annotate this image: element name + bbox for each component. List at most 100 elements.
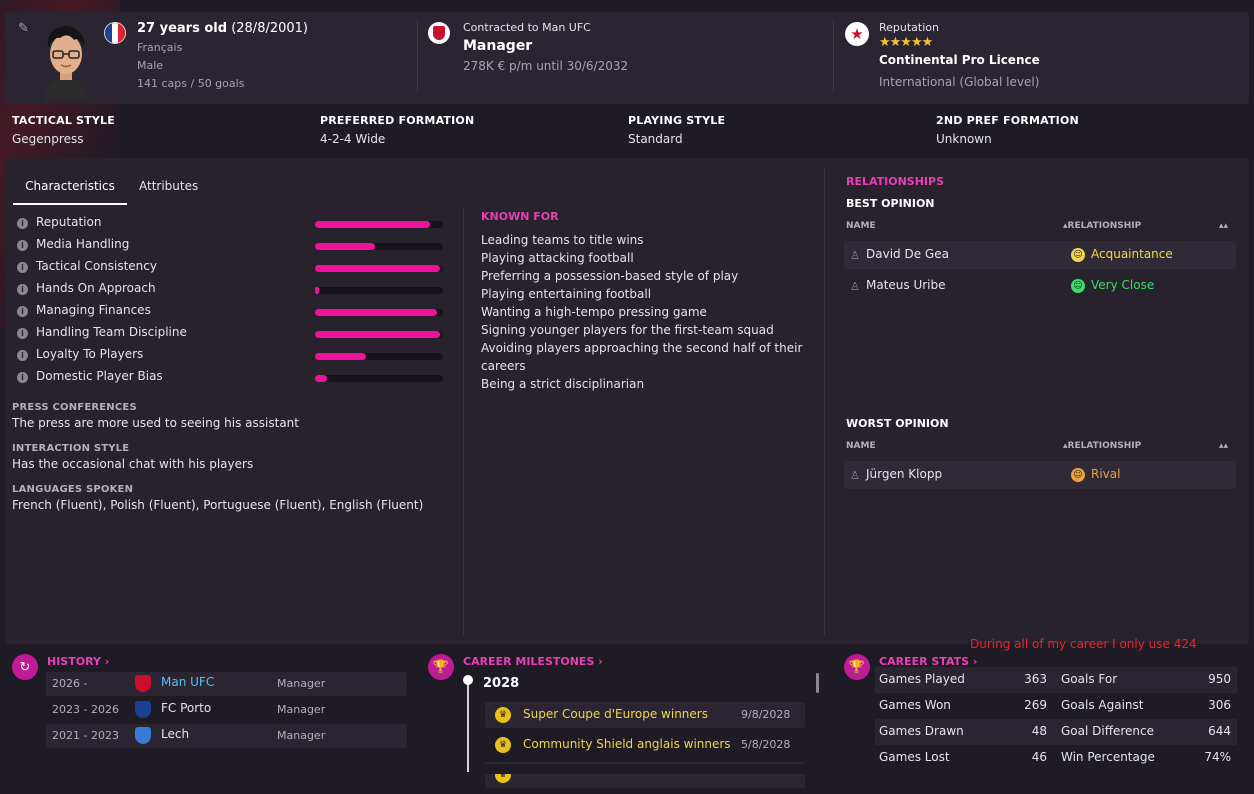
characteristic-label: Handling Team Discipline xyxy=(36,325,187,339)
worst-opinion-heading: WORST OPINION xyxy=(846,417,949,430)
history-club[interactable]: Lech xyxy=(161,727,189,741)
person-name[interactable]: Mateus Uribe xyxy=(866,278,946,292)
tactic-value: Standard xyxy=(628,132,683,146)
info-icon[interactable]: i xyxy=(17,306,28,317)
history-row[interactable]: 2026 - Man UFC Manager xyxy=(46,672,407,696)
club-badge-icon xyxy=(135,727,151,744)
history-icon[interactable]: ↻ xyxy=(12,654,38,680)
characteristic-row: i Loyalty To Players xyxy=(17,347,447,365)
scrollbar[interactable] xyxy=(816,673,819,693)
person-name[interactable]: David De Gea xyxy=(866,247,949,261)
best-opinion-heading: BEST OPINION xyxy=(846,197,935,210)
relationship-row[interactable]: ♙ Mateus Uribe ☺ Very Close xyxy=(844,272,1236,300)
relationship-row[interactable]: ♙ David De Gea ☺ Acquaintance xyxy=(844,241,1236,269)
manager-portrait xyxy=(44,26,88,100)
milestone-date: 9/8/2028 xyxy=(741,708,791,721)
tactic-value: 4-2-4 Wide xyxy=(320,132,386,146)
characteristic-bar-fill xyxy=(315,309,437,316)
tactic-heading: PREFERRED FORMATION xyxy=(320,114,475,127)
history-years: 2021 - 2023 xyxy=(52,729,119,742)
history-club[interactable]: FC Porto xyxy=(161,701,211,715)
career-stat-row: Games Drawn 48 Goal Difference 644 xyxy=(875,719,1237,745)
history-row[interactable]: 2021 - 2023 Lech Manager xyxy=(46,724,407,748)
profile-header: ✎ 27 years old (28/8/2001) Français Male… xyxy=(5,12,1249,104)
characteristic-bar-fill xyxy=(315,331,441,338)
relationships-heading: RELATIONSHIPS xyxy=(846,175,945,188)
characteristic-label: Loyalty To Players xyxy=(36,347,144,361)
stat-value: 74% xyxy=(1204,750,1231,764)
milestone-row[interactable]: ♛ Community Shield anglais winners 5/8/2… xyxy=(485,732,805,758)
known-for-list: Leading teams to title wins Playing attac… xyxy=(481,231,811,393)
timeline-dot xyxy=(463,675,473,685)
career-milestones-heading[interactable]: CAREER MILESTONES › xyxy=(463,655,603,668)
known-for-heading: KNOWN FOR xyxy=(481,210,559,223)
info-icon[interactable]: i xyxy=(17,240,28,251)
characteristic-bar xyxy=(315,287,443,294)
nationality-flag-icon xyxy=(104,22,126,44)
history-years: 2023 - 2026 xyxy=(52,703,119,716)
name-column-header[interactable]: NAME xyxy=(846,441,876,451)
stat-label: Win Percentage xyxy=(1061,750,1155,764)
characteristic-bar xyxy=(315,375,443,382)
stat-label: Games Won xyxy=(879,698,951,712)
tab-characteristics[interactable]: Characteristics xyxy=(13,177,127,205)
info-icon[interactable]: i xyxy=(17,350,28,361)
tactic-heading: TACTICAL STYLE xyxy=(12,114,115,127)
job-role: Manager xyxy=(463,38,533,54)
known-for-item: Preferring a possession-based style of p… xyxy=(481,269,739,283)
person-icon: ♙ xyxy=(850,249,860,262)
club-badge-icon[interactable] xyxy=(428,22,450,44)
sort-arrows-icon[interactable]: ▴▴ xyxy=(1219,221,1228,231)
characteristic-row: i Hands On Approach xyxy=(17,281,447,299)
info-icon[interactable]: i xyxy=(17,328,28,339)
relationship-row[interactable]: ♙ Jürgen Klopp ☺ Rival xyxy=(844,461,1236,489)
reputation-level: International (Global level) xyxy=(879,75,1040,89)
info-icon[interactable]: i xyxy=(17,372,28,383)
club-badge-icon xyxy=(135,675,151,692)
name-column-header[interactable]: NAME xyxy=(846,221,876,231)
coaching-licence: Continental Pro Licence xyxy=(879,53,1040,67)
history-row[interactable]: 2023 - 2026 FC Porto Manager xyxy=(46,698,407,722)
milestone-title: Super Coupe d'Europe winners xyxy=(523,707,708,721)
tactic-item: PLAYING STYLE Standard xyxy=(628,114,725,146)
stat-value: 269 xyxy=(1024,698,1047,712)
stat-label: Games Lost xyxy=(879,750,950,764)
trophy-icon: ♛ xyxy=(495,737,511,753)
characteristic-label: Reputation xyxy=(36,215,102,229)
info-icon[interactable]: i xyxy=(17,218,28,229)
characteristic-bar-fill xyxy=(315,375,327,382)
characteristic-row: i Managing Finances xyxy=(17,303,447,321)
history-club[interactable]: Man UFC xyxy=(161,675,214,689)
edit-icon[interactable]: ✎ xyxy=(18,21,29,36)
relationship-face-icon: ☺ xyxy=(1071,248,1085,262)
milestone-row[interactable]: ♛ Super Coupe d'Europe winners 9/8/2028 xyxy=(485,702,805,728)
info-icon[interactable]: i xyxy=(17,284,28,295)
characteristic-row: i Handling Team Discipline xyxy=(17,325,447,343)
relationship-value: Rival xyxy=(1091,467,1121,481)
relationship-column-header[interactable]: ▴RELATIONSHIP xyxy=(1063,441,1141,451)
characteristic-bar xyxy=(315,221,443,228)
tab-attributes[interactable]: Attributes xyxy=(139,177,198,203)
column-divider xyxy=(463,207,464,635)
reputation-star-icon: ★ xyxy=(845,22,869,46)
info-icon[interactable]: i xyxy=(17,262,28,273)
known-for-item: Signing younger players for the first-te… xyxy=(481,323,774,337)
reputation-label: Reputation xyxy=(879,21,939,34)
age: 27 years old (28/8/2001) xyxy=(137,21,308,36)
relationship-column-header[interactable]: ▴RELATIONSHIP xyxy=(1063,221,1141,231)
characteristic-bar xyxy=(315,243,443,250)
characteristic-bar xyxy=(315,309,443,316)
trophy-icon[interactable]: 🏆 xyxy=(844,654,870,680)
known-for-item: Being a strict disciplinarian xyxy=(481,377,645,391)
trophy-icon[interactable]: 🏆 xyxy=(428,654,454,680)
known-for-item: Playing attacking football xyxy=(481,251,634,265)
person-name[interactable]: Jürgen Klopp xyxy=(866,467,942,481)
history-role: Manager xyxy=(277,677,326,690)
characteristic-label: Managing Finances xyxy=(36,303,151,317)
stat-label: Goal Difference xyxy=(1061,724,1155,738)
career-stat-row: Games Lost 46 Win Percentage 74% xyxy=(875,745,1237,771)
sort-arrows-icon[interactable]: ▴▴ xyxy=(1219,441,1228,451)
tactic-item: TACTICAL STYLE Gegenpress xyxy=(12,114,115,146)
history-heading[interactable]: HISTORY › xyxy=(47,655,109,668)
stat-value: 48 xyxy=(1031,724,1047,738)
